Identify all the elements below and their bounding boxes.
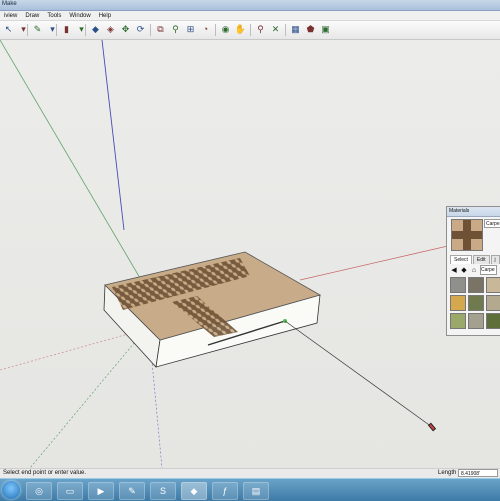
forward-arrow-icon[interactable]: ◆ (460, 266, 468, 274)
toolbar-separator (85, 24, 86, 36)
tab-extra[interactable]: j (490, 255, 500, 264)
material-swatch[interactable] (468, 313, 484, 329)
move-icon[interactable]: ✥ (119, 23, 132, 36)
materials-tabs: Select Edit j (450, 255, 500, 264)
tab-select[interactable]: Select (450, 255, 472, 264)
dimension-icon[interactable]: ⊞ (184, 23, 197, 36)
title-bar: Make (0, 0, 500, 11)
toolbar-separator (215, 24, 216, 36)
back-arrow-icon[interactable]: ◀ (450, 266, 458, 274)
length-label: Length (438, 470, 457, 476)
toolbar-separator (27, 24, 28, 36)
material-swatch[interactable] (486, 277, 500, 293)
menu-help[interactable]: Help (95, 13, 115, 19)
dropdown-caret-icon[interactable]: ▾ (46, 23, 59, 36)
material-swatch[interactable] (450, 313, 466, 329)
tape-measure-icon[interactable]: ⚲ (169, 23, 182, 36)
blue-axis-line (101, 40, 125, 231)
media-player-icon[interactable]: ▶ (88, 482, 114, 500)
chrome-icon[interactable]: ◎ (26, 482, 52, 500)
green-axis-line (0, 40, 161, 313)
menu-window[interactable]: Window (65, 13, 94, 19)
flash-icon[interactable]: ƒ (212, 482, 238, 500)
materials-nav-row: ◀ ◆ ⌂ Carpe (450, 265, 497, 275)
material-swatch[interactable] (486, 295, 500, 311)
rotate-icon[interactable]: ⟳ (134, 23, 147, 36)
skype-icon[interactable]: S (150, 482, 176, 500)
toolbar-separator (56, 24, 57, 36)
sketchup-icon[interactable]: ◆ (181, 482, 207, 500)
orbit-icon[interactable]: ◉ (219, 23, 232, 36)
tape-measure-line (284, 320, 433, 428)
menu-draw[interactable]: Draw (21, 13, 43, 19)
select-arrow-icon[interactable]: ↖ (2, 23, 15, 36)
zoom-extents-icon[interactable]: ✕ (269, 23, 282, 36)
material-swatch[interactable] (468, 277, 484, 293)
dropdown-caret-icon[interactable]: ▾ (75, 23, 88, 36)
protractor-icon[interactable]: ◔ (199, 23, 212, 36)
material-preview-swatch (451, 219, 483, 251)
toolbar-separator (285, 24, 286, 36)
follow-me-icon[interactable]: ◈ (104, 23, 117, 36)
menu-view[interactable]: iview (0, 13, 21, 19)
main-toolbar: ↖ ▾ ✎ ▾ ▮ ▾ ◆ ◈ ✥ ⟳ ⧉ ⚲ ⊞ ◔ ◉ ✋ ⚲ ✕ ▦ ⬟ ▣ (0, 21, 500, 40)
paint-bucket-icon[interactable]: ⬟ (304, 23, 317, 36)
carpet-preview-icon (452, 220, 482, 250)
eraser-icon[interactable]: ▮ (60, 23, 73, 36)
presentation-icon[interactable]: ▤ (243, 482, 269, 500)
push-pull-icon[interactable]: ◆ (89, 23, 102, 36)
material-swatch[interactable] (450, 295, 466, 311)
toolbar-separator (150, 24, 151, 36)
status-bar: Select end point or enter value. Length … (0, 468, 500, 478)
library-select[interactable]: Carpe (480, 265, 497, 275)
zoom-icon[interactable]: ⚲ (254, 23, 267, 36)
material-swatch[interactable] (486, 313, 500, 329)
tab-edit[interactable]: Edit (472, 255, 490, 264)
pencil-line-icon[interactable]: ✎ (31, 23, 44, 36)
explorer-folder-icon[interactable]: ▭ (57, 482, 83, 500)
status-message: Select end point or enter value. (3, 470, 87, 476)
components-icon[interactable]: ▦ (289, 23, 302, 36)
paint-icon[interactable]: ✎ (119, 482, 145, 500)
menu-bar: iview Draw Tools Window Help (0, 11, 500, 21)
menu-tools[interactable]: Tools (43, 13, 65, 19)
materials-panel-title: Materials (447, 207, 500, 217)
tape-measure-cursor-icon (427, 422, 437, 432)
windows-taskbar: ◎ ▭ ▶ ✎ S ◆ ƒ ▤ (0, 478, 500, 501)
material-swatch-grid (450, 277, 500, 329)
material-swatch[interactable] (468, 295, 484, 311)
toolbar-separator (250, 24, 251, 36)
material-name-field[interactable]: Carpe (484, 219, 500, 228)
warehouse-icon[interactable]: ▣ (319, 23, 332, 36)
scale-icon[interactable]: ⧉ (154, 23, 167, 36)
modeling-viewport[interactable]: Materials Carpe Select Edit j ◀ ◆ ⌂ Carp… (0, 40, 500, 468)
scene-canvas[interactable] (0, 40, 500, 468)
home-icon[interactable]: ⌂ (470, 267, 478, 274)
length-input[interactable]: 8.41908' (458, 469, 498, 477)
materials-panel: Materials Carpe Select Edit j ◀ ◆ ⌂ Carp… (446, 206, 500, 336)
window-title: Make (2, 1, 17, 7)
material-swatch[interactable] (450, 277, 466, 293)
pan-hand-icon[interactable]: ✋ (234, 23, 247, 36)
dropdown-caret-icon[interactable]: ▾ (17, 23, 30, 36)
start-button[interactable] (2, 481, 20, 499)
